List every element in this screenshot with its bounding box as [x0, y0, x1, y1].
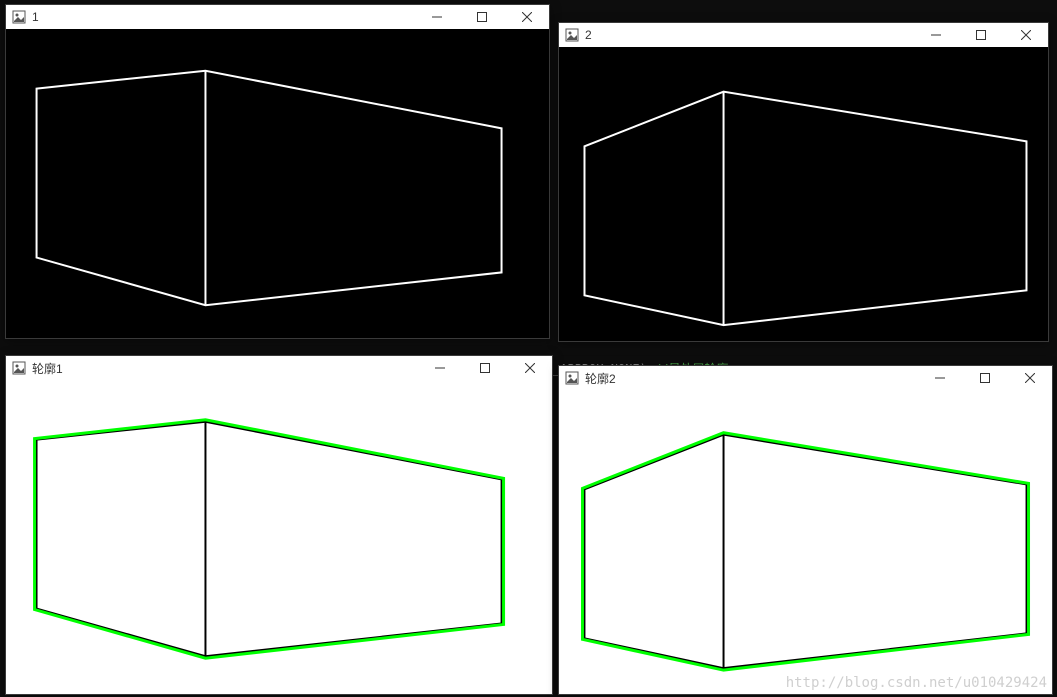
titlebar[interactable]: 2: [559, 23, 1048, 47]
titlebar[interactable]: 轮廓2: [559, 366, 1052, 390]
window-2: 2: [558, 22, 1049, 342]
image-viewer-icon: [12, 361, 26, 375]
maximize-button[interactable]: [962, 366, 1007, 390]
titlebar[interactable]: 1: [6, 5, 549, 29]
minimize-button[interactable]: [417, 356, 462, 380]
image-viewer-icon: [12, 10, 26, 24]
maximize-button[interactable]: [958, 23, 1003, 47]
image-content: [6, 380, 552, 694]
image-content: [6, 29, 549, 338]
window-title: 轮廓2: [585, 370, 616, 387]
minimize-button[interactable]: [913, 23, 958, 47]
close-button[interactable]: [1003, 23, 1048, 47]
close-button[interactable]: [1007, 366, 1052, 390]
window-title: 2: [585, 28, 592, 42]
window-title: 1: [32, 10, 39, 24]
watermark-text: http://blog.csdn.net/u010429424: [786, 675, 1047, 691]
window-controls: [913, 23, 1048, 47]
image-viewer-icon: [565, 371, 579, 385]
image-content: [559, 390, 1052, 694]
maximize-button[interactable]: [459, 5, 504, 29]
minimize-button[interactable]: [917, 366, 962, 390]
window-title: 轮廓1: [32, 360, 63, 377]
window-controls: [414, 5, 549, 29]
titlebar[interactable]: 轮廓1: [6, 356, 552, 380]
window-controls: [917, 366, 1052, 390]
window-4-contour2: 轮廓2: [558, 365, 1053, 695]
close-button[interactable]: [504, 5, 549, 29]
image-viewer-icon: [565, 28, 579, 42]
image-content: [559, 47, 1048, 341]
maximize-button[interactable]: [462, 356, 507, 380]
window-1: 1: [5, 4, 550, 339]
close-button[interactable]: [507, 356, 552, 380]
window-3-contour1: 轮廓1: [5, 355, 553, 695]
window-controls: [417, 356, 552, 380]
minimize-button[interactable]: [414, 5, 459, 29]
